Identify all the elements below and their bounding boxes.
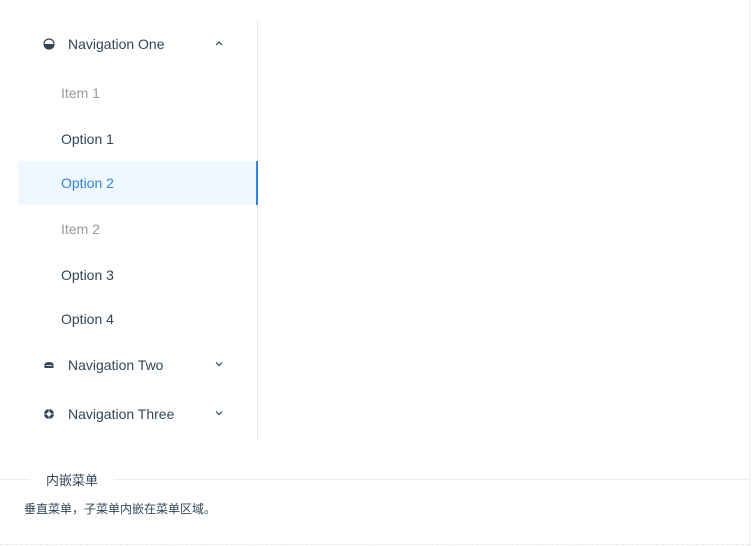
chevron-up-icon: [215, 41, 223, 46]
group-title-label: Item 2: [61, 221, 100, 237]
dashed-separator: [0, 544, 749, 545]
chevron-down-icon: [215, 362, 223, 367]
menu-group-title-item-1: Item 1: [18, 75, 257, 111]
submenu-navigation-two[interactable]: Navigation Two: [18, 341, 257, 389]
menu-group-title-item-2: Item 2: [18, 211, 257, 247]
submenu-label: Navigation One: [68, 36, 165, 52]
menu-item-option-4[interactable]: Option 4: [18, 299, 257, 339]
inline-menu: Navigation One Item 1 Option 1 Option 2 …: [18, 20, 258, 439]
menu-item-label: Option 2: [61, 175, 114, 191]
menu-item-option-1[interactable]: Option 1: [18, 119, 257, 159]
demo-description: 垂直菜单，子菜单内嵌在菜单区域。: [24, 502, 217, 516]
demo-title: 内嵌菜单: [30, 470, 115, 489]
menu-item-label: Option 3: [61, 267, 114, 283]
menu-item-option-2[interactable]: Option 2: [18, 161, 258, 205]
menu-item-label: Option 4: [61, 311, 114, 327]
setting-icon: [42, 407, 56, 421]
mail-icon: [42, 37, 56, 51]
page-right-border: [749, 0, 750, 546]
group-title-label: Item 1: [61, 85, 100, 101]
chevron-down-icon: [215, 411, 223, 416]
appstore-icon: [42, 358, 56, 372]
submenu-navigation-three[interactable]: Navigation Three: [18, 390, 257, 438]
submenu-label: Navigation Two: [68, 357, 164, 373]
submenu-label: Navigation Three: [68, 406, 175, 422]
menu-item-option-3[interactable]: Option 3: [18, 255, 257, 295]
submenu-navigation-one[interactable]: Navigation One: [18, 20, 257, 68]
menu-item-label: Option 1: [61, 131, 114, 147]
